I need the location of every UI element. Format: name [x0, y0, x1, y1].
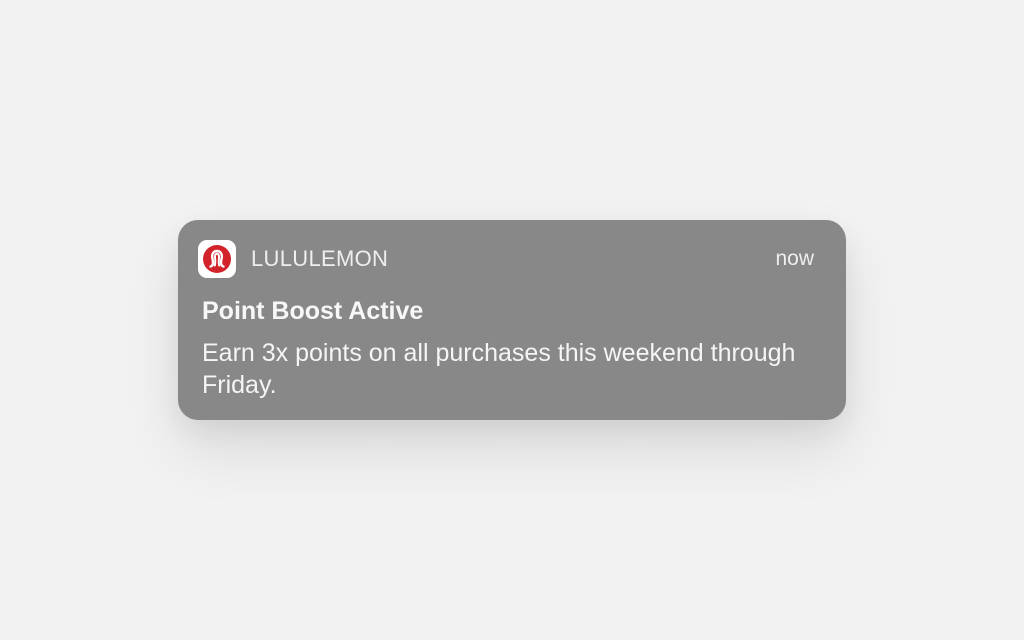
notification-title: Point Boost Active	[202, 297, 424, 325]
notification-time: now	[775, 247, 814, 270]
desktop-background: LULULEMON now Point Boost Active Earn 3x…	[0, 0, 1024, 640]
lululemon-logo-icon	[198, 240, 236, 278]
notification-banner[interactable]: LULULEMON now Point Boost Active Earn 3x…	[178, 220, 846, 420]
notification-body: Earn 3x points on all purchases this wee…	[202, 339, 796, 399]
app-name: LULULEMON	[251, 246, 389, 271]
